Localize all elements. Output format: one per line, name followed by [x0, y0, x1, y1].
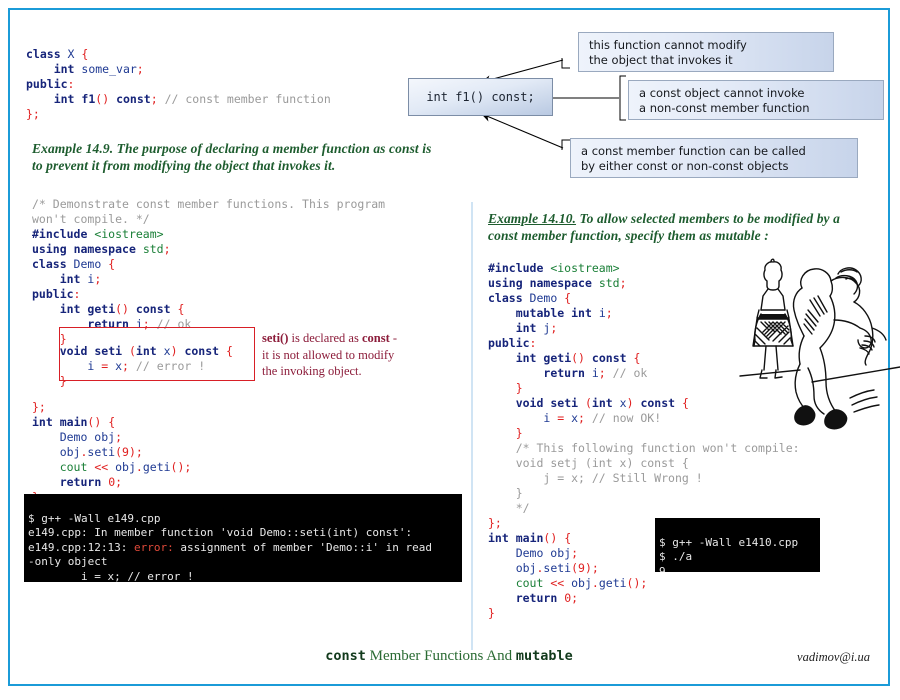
signature-box: int f1() const;	[408, 78, 553, 116]
example-149-code-tail: }; int main() { Demo obj; obj.seti(9); c…	[32, 400, 192, 504]
example-1410-label: Example 14.10.	[488, 211, 577, 226]
callout-called-by: a const member function can be called by…	[570, 138, 858, 178]
terminal-line-5: i = x; // error !	[28, 569, 194, 583]
terminal-line-1: $ g++ -Wall e149.cpp	[28, 511, 161, 525]
class-x-code-block: class X { int some_var; public: int f1()…	[26, 47, 331, 121]
footer-title-mutable: mutable	[515, 648, 573, 664]
callout-cannot-modify: this function cannot modify the object t…	[578, 32, 834, 72]
terminal-line-3-post: assignment of member 'Demo::i' in read	[173, 540, 432, 554]
sidenote-l2: it is not allowed to modify	[262, 347, 395, 362]
signature-box-text: int f1() const;	[426, 90, 535, 104]
example-149-heading: Example 14.9. The purpose of declaring a…	[32, 140, 432, 174]
sidenote-l3: the invoking object.	[262, 364, 362, 378]
example-149-label: Example 14.9.	[32, 141, 114, 156]
terminal-line-4: -only object	[28, 555, 108, 568]
terminal-error-label: error:	[133, 540, 174, 554]
callout-const-object: a const object cannot invoke a non-const…	[628, 80, 884, 120]
example-149-code-boxed: void seti (int x) const { i = x; // erro…	[59, 344, 233, 388]
terminal-e1410: $ g++ -Wall e1410.cpp $ ./a 9	[655, 518, 820, 572]
sidenote-bold-const: const	[361, 331, 390, 345]
callout-line-1: a const object cannot invoke	[639, 86, 805, 100]
example-1410-bold-mutable: mutable	[715, 228, 761, 243]
terminal-line-3: 9	[659, 564, 666, 573]
terminal-line-2: $ ./a	[659, 550, 693, 563]
man-carrying-person-cartoon-icon	[739, 258, 900, 430]
sidenote-bold-seti: seti()	[262, 331, 289, 345]
sidenote-l1-rest: is declared as	[288, 331, 362, 345]
callout-line-2: by either const or non-const objects	[581, 159, 789, 173]
callout-line-2: the object that invokes it	[589, 53, 733, 67]
footer-title-const: const	[325, 648, 366, 664]
footer-email: vadimov@i.ua	[797, 650, 870, 664]
terminal-e149: $ g++ -Wall e149.cpp e149.cpp: In member…	[24, 494, 462, 582]
example-1410-heading: Example 14.10. To allow selected members…	[488, 210, 866, 244]
footer-title: const Member Functions And mutable	[10, 648, 888, 665]
footer: const Member Functions And mutable vadim…	[10, 648, 888, 674]
sidenote-l1-tail: -	[389, 331, 398, 345]
callout-line-2: a non-const member function	[639, 101, 810, 115]
slide-frame: class X { int some_var; public: int f1()…	[8, 8, 900, 686]
terminal-line-3-pre: e149.cpp:12:13:	[28, 540, 134, 554]
example-149-code-head: /* Demonstrate const member functions. T…	[32, 197, 386, 346]
callout-line-1: a const member function can be called	[581, 144, 806, 158]
callout-line-1: this function cannot modify	[589, 38, 747, 52]
footer-title-mid: Member Functions And	[365, 648, 516, 664]
terminal-line-1: $ g++ -Wall e1410.cpp	[659, 535, 799, 549]
example-1410-tail: :	[760, 228, 769, 243]
terminal-line-2: e149.cpp: In member function 'void Demo:…	[28, 526, 413, 539]
seti-sidenote: seti() is declared as const - it is not …	[262, 330, 462, 380]
